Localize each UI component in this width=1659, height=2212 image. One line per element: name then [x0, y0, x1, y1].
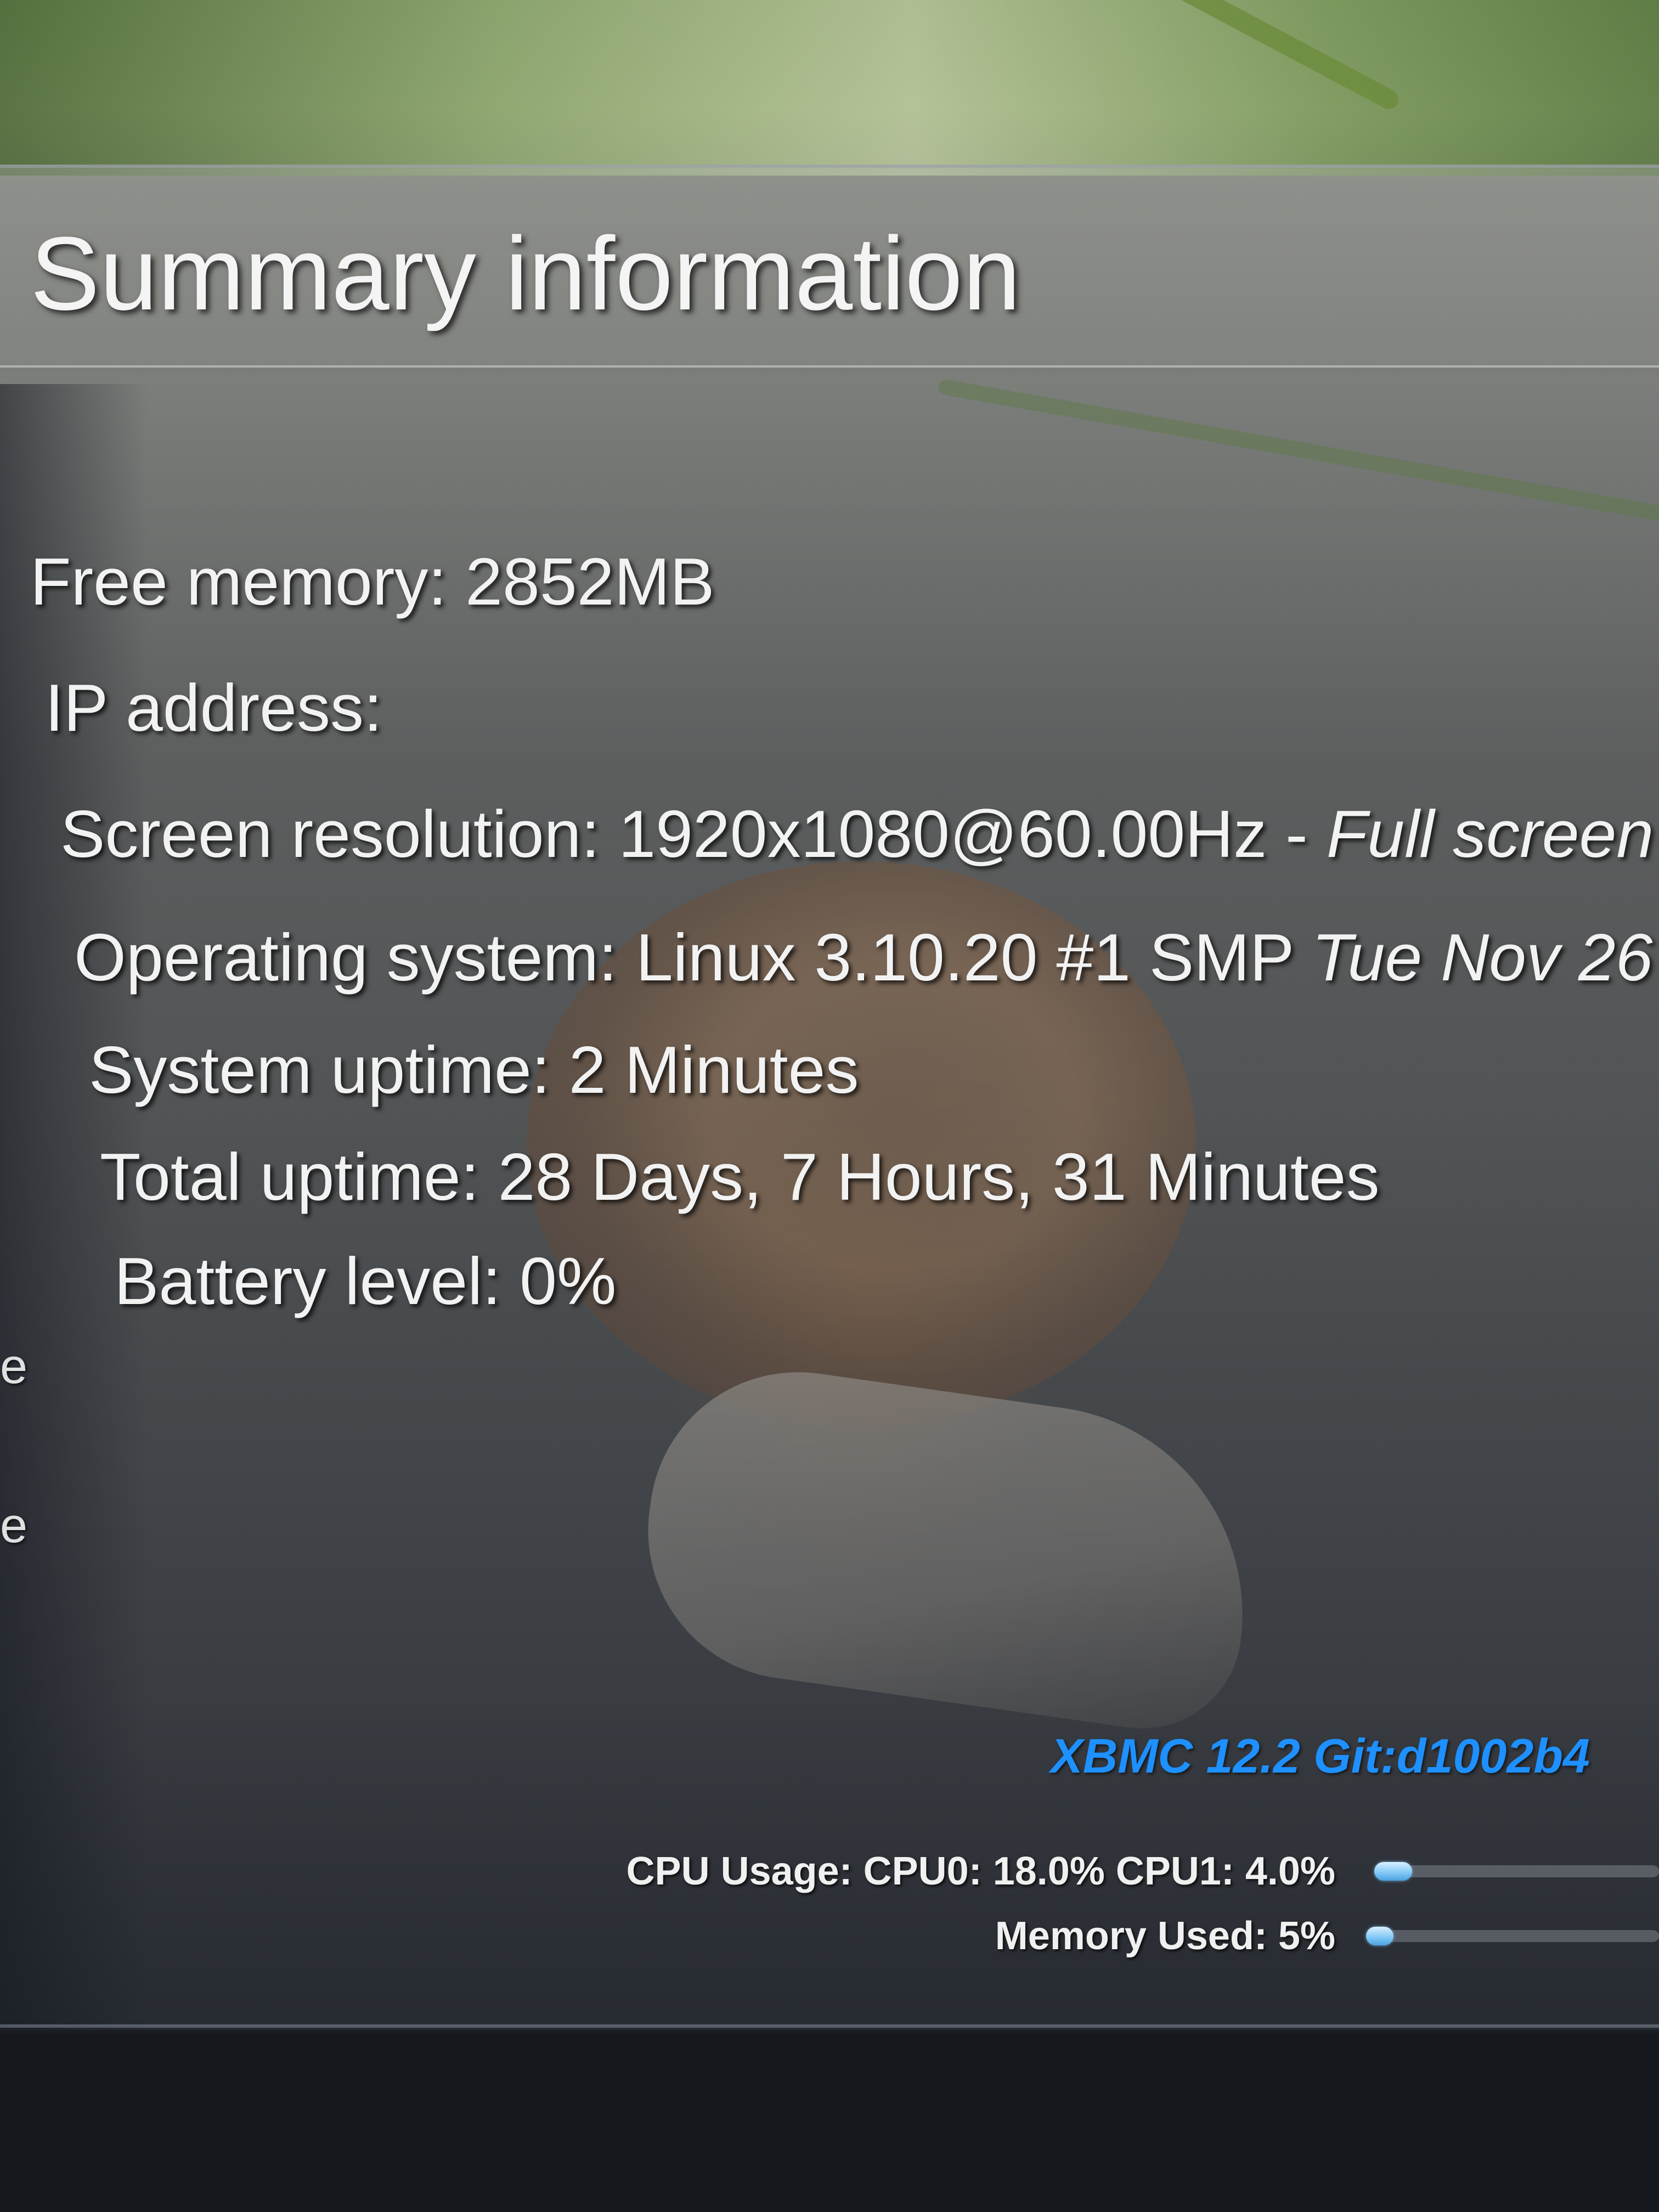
free-memory-line: Free memory: 2852MB	[30, 544, 715, 619]
cpu-usage-label: CPU Usage: CPU0: 18.0% CPU1: 4.0%	[626, 1849, 1335, 1893]
side-menu-item-fragment[interactable]: e	[0, 1339, 27, 1395]
system-uptime-line: System uptime: 2 Minutes	[89, 1032, 859, 1107]
cpu-usage-meter-fill	[1374, 1862, 1413, 1881]
side-menu-item-fragment[interactable]: e	[0, 1498, 27, 1554]
battery-level-line: Battery level: 0%	[114, 1244, 617, 1318]
screen-resolution-mode: Full screen	[1326, 797, 1654, 871]
memory-used-meter-fill	[1366, 1927, 1393, 1945]
bottom-divider	[0, 2024, 1659, 2028]
ip-address-line: IP address:	[45, 670, 382, 745]
memory-used-meter	[1366, 1927, 1659, 1945]
total-uptime-line: Total uptime: 28 Days, 7 Hours, 31 Minut…	[100, 1139, 1380, 1214]
operating-system-line: Operating system: Linux 3.10.20 #1 SMP T…	[74, 919, 1653, 996]
operating-system-date: Tue Nov 26	[1312, 920, 1653, 995]
screen-resolution-label: Screen resolution: 1920x1080@60.00Hz -	[60, 797, 1327, 871]
operating-system-label: Operating system: Linux 3.10.20 #1 SMP	[74, 920, 1312, 995]
background-foliage	[0, 0, 1659, 176]
screen-resolution-line: Screen resolution: 1920x1080@60.00Hz - F…	[60, 795, 1654, 872]
memory-used-label: Memory Used: 5%	[995, 1914, 1335, 1958]
cpu-usage-meter	[1374, 1862, 1659, 1881]
page-title: Summary information	[30, 216, 1021, 332]
build-version-label: XBMC 12.2 Git:d1002b4	[1051, 1729, 1590, 1783]
